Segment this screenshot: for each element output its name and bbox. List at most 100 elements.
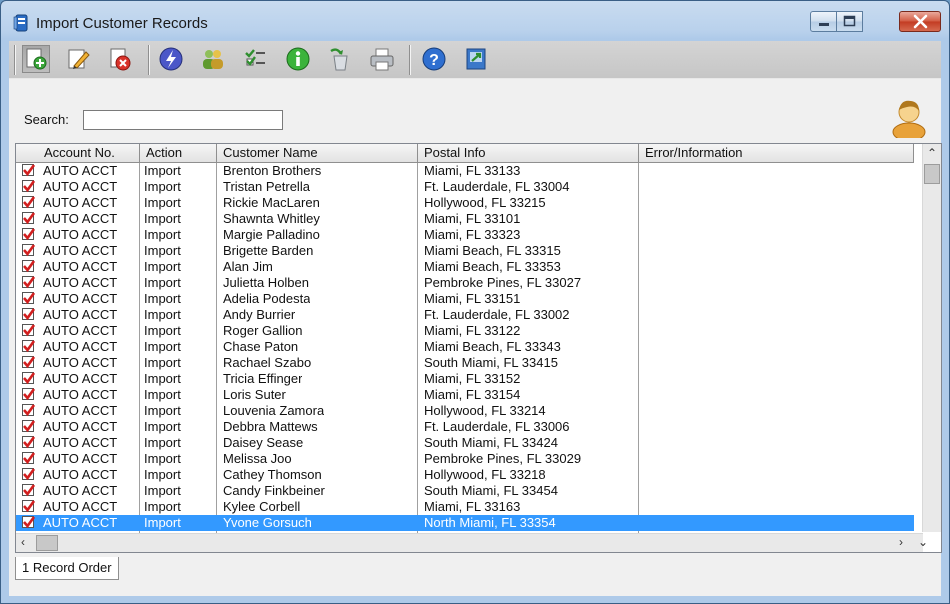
delete-button[interactable] [106,45,134,73]
row-checkbox[interactable] [22,292,35,305]
records-grid[interactable]: Account No. Action Customer Name Postal … [15,143,942,553]
row-checkbox[interactable] [22,516,35,529]
checklist-icon [245,49,265,66]
cell-account: AUTO ACCT [43,275,118,290]
row-checkbox[interactable] [22,388,35,401]
checklist-button[interactable] [241,45,269,73]
column-header-account[interactable]: Account No. [16,144,140,162]
row-checkbox[interactable] [22,276,35,289]
table-row[interactable]: AUTO ACCT Import Chase Paton Miami Beach, F… [16,339,914,355]
table-row[interactable]: AUTO ACCT Import Julietta Holben Pembroke P… [16,275,914,291]
row-checkbox[interactable] [22,404,35,417]
cell-postal-info: Ft. Lauderdale, FL 33006 [424,419,570,434]
row-checkbox[interactable] [22,484,35,497]
recycle-button[interactable] [326,45,354,73]
cell-customer-name: Louvenia Zamora [223,403,325,418]
delete-icon [110,48,131,71]
row-checkbox[interactable] [22,500,35,513]
users-button[interactable] [199,45,227,73]
user-avatar-icon[interactable] [891,96,927,138]
row-checkbox[interactable] [22,420,35,433]
maximize-button[interactable] [837,11,863,32]
cell-action: Import [144,195,181,210]
toolbar: ? [9,41,941,79]
cell-customer-name: Margie Palladino [223,227,320,242]
vertical-scroll-thumb[interactable] [924,164,940,184]
row-checkbox[interactable] [22,196,35,209]
row-checkbox[interactable] [22,180,35,193]
horizontal-scroll-thumb[interactable] [36,535,58,551]
row-checkbox[interactable] [22,212,35,225]
run-button[interactable] [157,45,185,73]
cell-action: Import [144,483,181,498]
row-checkbox[interactable] [22,324,35,337]
search-input[interactable] [83,110,283,130]
row-checkbox[interactable] [22,436,35,449]
table-row[interactable]: AUTO ACCT Import Cathey Thomson Hollywood, … [16,467,914,483]
table-row[interactable]: AUTO ACCT Import Brenton Brothers Miami, FL… [16,163,914,179]
row-checkbox[interactable] [22,260,35,273]
table-row[interactable]: AUTO ACCT Import Alan Jim Miami Beach, FL 3… [16,259,914,275]
checkmark-icon [23,276,35,289]
row-checkbox[interactable] [22,244,35,257]
help-button[interactable]: ? [420,45,448,73]
table-row[interactable]: AUTO ACCT Import Andy Burrier Ft. Lauderdal… [16,307,914,323]
edit-button[interactable] [64,45,92,73]
close-button[interactable] [899,11,941,32]
table-row[interactable]: AUTO ACCT Import Adelia Podesta Miami, FL 3… [16,291,914,307]
cell-postal-info: Miami, FL 33122 [424,323,521,338]
tab-record-order[interactable]: 1 Record Order [15,557,119,580]
scroll-up-icon[interactable]: ⌃ [927,146,937,160]
cell-customer-name: Kylee Corbell [223,499,301,514]
cell-action: Import [144,499,181,514]
cell-postal-info: South Miami, FL 33415 [424,355,558,370]
print-button[interactable] [368,45,396,73]
row-checkbox[interactable] [22,164,35,177]
table-row[interactable]: AUTO ACCT Import Yvone Gorsuch North Miami,… [16,515,914,531]
row-checkbox[interactable] [22,452,35,465]
column-header-action[interactable]: Action [140,144,217,162]
table-row[interactable]: AUTO ACCT Import Daisey Sease South Miami, … [16,435,914,451]
toolbar-separator [14,45,16,75]
table-row[interactable]: AUTO ACCT Import Roger Gallion Miami, FL 33… [16,323,914,339]
info-button[interactable] [284,45,312,73]
title-bar[interactable]: Import Customer Records [1,1,949,41]
row-checkbox[interactable] [22,372,35,385]
row-checkbox[interactable] [22,356,35,369]
row-checkbox[interactable] [22,468,35,481]
row-checkbox[interactable] [22,228,35,241]
add-record-button[interactable] [22,45,50,73]
column-header-error-info[interactable]: Error/Information [639,144,914,162]
table-row[interactable]: AUTO ACCT Import Shawnta Whitley Miami, FL … [16,211,914,227]
export-button[interactable] [462,45,490,73]
minimize-button[interactable] [810,11,837,32]
scroll-down-icon[interactable]: ⌄ [918,535,928,549]
checkmark-icon [23,180,35,193]
scroll-right-icon[interactable]: › [899,535,903,549]
table-row[interactable]: AUTO ACCT Import Louvenia Zamora Hollywood,… [16,403,914,419]
cell-account: AUTO ACCT [43,483,118,498]
table-row[interactable]: AUTO ACCT Import Brigette Barden Miami Beac… [16,243,914,259]
table-row[interactable]: AUTO ACCT Import Kylee Corbell Miami, FL 33… [16,499,914,515]
table-row[interactable]: AUTO ACCT Import Tristan Petrella Ft. Laude… [16,179,914,195]
horizontal-scrollbar[interactable]: ‹ › ⌄ [16,533,928,552]
checkmark-icon [23,324,35,337]
row-checkbox[interactable] [22,308,35,321]
table-row[interactable]: AUTO ACCT Import Melissa Joo Pembroke Pines… [16,451,914,467]
scroll-left-icon[interactable]: ‹ [21,535,25,549]
table-row[interactable]: AUTO ACCT Import Margie Palladino Miami, FL… [16,227,914,243]
vertical-scrollbar[interactable]: ⌃ [922,144,941,532]
cell-postal-info: Ft. Lauderdale, FL 33002 [424,307,570,322]
table-row[interactable]: AUTO ACCT Import Tricia Effinger Miami, FL … [16,371,914,387]
table-row[interactable]: AUTO ACCT Import Rickie MacLaren Hollywood,… [16,195,914,211]
table-row[interactable]: AUTO ACCT Import Debbra Mattews Ft. Lauderd… [16,419,914,435]
checkmark-icon [23,228,35,241]
column-header-customer-name[interactable]: Customer Name [217,144,418,162]
cell-postal-info: Miami, FL 33152 [424,371,521,386]
table-row[interactable]: AUTO ACCT Import Rachael Szabo South Miami,… [16,355,914,371]
table-row[interactable]: AUTO ACCT Import Candy Finkbeiner South Mia… [16,483,914,499]
column-header-postal-info[interactable]: Postal Info [418,144,639,162]
checkmark-icon [23,436,35,449]
table-row[interactable]: AUTO ACCT Import Loris Suter Miami, FL 3315… [16,387,914,403]
row-checkbox[interactable] [22,340,35,353]
